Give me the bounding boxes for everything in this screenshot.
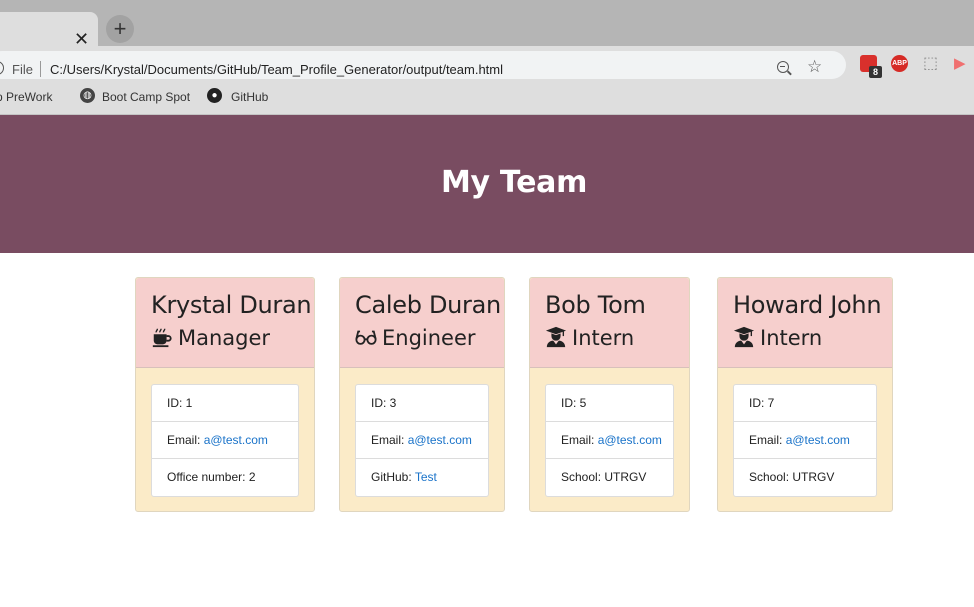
id-item: ID: 5 <box>546 385 673 422</box>
email-label: Email: <box>561 433 598 447</box>
employee-card-manager: Krystal Duran Manager ID: 1 Email: a@tes… <box>135 277 315 512</box>
role-label: Intern <box>572 326 635 350</box>
employee-role: Manager <box>151 326 270 350</box>
bookmark-boot-camp-spot[interactable]: Boot Camp Spot <box>102 90 190 104</box>
email-label: Email: <box>167 433 204 447</box>
github-item: GitHub: Test <box>356 459 488 496</box>
email-link[interactable]: a@test.com <box>408 433 472 447</box>
new-tab-button[interactable]: + <box>106 15 134 43</box>
url-text[interactable]: C:/Users/Krystal/Documents/GitHub/Team_P… <box>50 62 503 77</box>
id-item: ID: 7 <box>734 385 876 422</box>
email-link[interactable]: a@test.com <box>204 433 268 447</box>
email-item: Email: a@test.com <box>152 422 298 459</box>
employee-card-intern: Bob Tom Intern ID: 5 Email: a@test.com S… <box>529 277 690 512</box>
page-title: My Team <box>440 165 588 200</box>
extension-badge: 8 <box>869 66 882 78</box>
graduate-icon <box>733 326 755 348</box>
role-label: Intern <box>760 326 823 350</box>
github-label: GitHub: <box>371 470 415 484</box>
email-link[interactable]: a@test.com <box>598 433 662 447</box>
detail-list: ID: 3 Email: a@test.com GitHub: Test <box>355 384 489 497</box>
info-icon[interactable]: i <box>0 61 4 75</box>
globe-icon: ◍ <box>80 88 95 103</box>
detail-list: ID: 5 Email: a@test.com School: UTRGV <box>545 384 674 497</box>
employee-role: Intern <box>733 326 822 350</box>
address-bar[interactable]: i File C:/Users/Krystal/Documents/GitHub… <box>0 51 846 79</box>
card-header: Caleb Duran Engineer <box>340 278 504 368</box>
glasses-icon <box>355 330 377 345</box>
zoom-out-icon[interactable] <box>777 61 789 73</box>
coffee-icon <box>152 328 172 348</box>
graduate-icon <box>545 326 567 348</box>
email-label: Email: <box>749 433 786 447</box>
employee-name: Krystal Duran <box>151 291 312 319</box>
employee-name: Caleb Duran <box>355 291 501 319</box>
bookmark-github[interactable]: GitHub <box>231 90 268 104</box>
employee-card-engineer: Caleb Duran Engineer ID: 3 Email: a@test… <box>339 277 505 512</box>
email-item: Email: a@test.com <box>546 422 673 459</box>
cast-extension-icon[interactable]: ▶ <box>954 55 971 72</box>
employee-name: Bob Tom <box>545 291 646 319</box>
github-icon: ● <box>207 88 222 103</box>
email-label: Email: <box>371 433 408 447</box>
team-header: My Team <box>0 115 974 253</box>
bookmarks-bar: mp PreWork Boot Camp Spot GitHub <box>0 82 974 115</box>
file-scheme-label: File <box>12 62 33 77</box>
pdf-extension-icon[interactable]: ⬚ <box>922 55 939 72</box>
bookmark-prework[interactable]: mp PreWork <box>0 90 52 104</box>
employee-name: Howard John <box>733 291 882 319</box>
email-item: Email: a@test.com <box>356 422 488 459</box>
role-label: Engineer <box>382 326 476 350</box>
office-number-item: Office number: 2 <box>167 470 256 484</box>
employee-card-intern: Howard John Intern ID: 7 Email: a@test.c… <box>717 277 893 512</box>
id-item: ID: 3 <box>356 385 488 422</box>
card-header: Howard John Intern <box>718 278 892 368</box>
browser-toolbar: i File C:/Users/Krystal/Documents/GitHub… <box>0 46 974 82</box>
github-link[interactable]: Test <box>415 470 437 484</box>
browser-tab[interactable]: ✕ <box>0 12 98 48</box>
school-item: School: UTRGV <box>749 470 835 484</box>
adblock-icon[interactable]: ABP <box>891 55 908 72</box>
detail-list: ID: 1 Email: a@test.com Office number: 2 <box>151 384 299 497</box>
address-divider <box>40 61 41 77</box>
role-label: Manager <box>178 326 271 350</box>
email-link[interactable]: a@test.com <box>786 433 850 447</box>
card-header: Krystal Duran Manager <box>136 278 314 368</box>
card-header: Bob Tom Intern <box>530 278 689 368</box>
email-item: Email: a@test.com <box>734 422 876 459</box>
school-item: School: UTRGV <box>561 470 647 484</box>
tab-strip: ✕ + <box>0 0 974 48</box>
employee-role: Engineer <box>355 326 476 350</box>
employee-role: Intern <box>545 326 634 350</box>
id-item: ID: 1 <box>152 385 298 422</box>
detail-list: ID: 7 Email: a@test.com School: UTRGV <box>733 384 877 497</box>
bookmark-star-icon[interactable]: ☆ <box>807 57 822 77</box>
